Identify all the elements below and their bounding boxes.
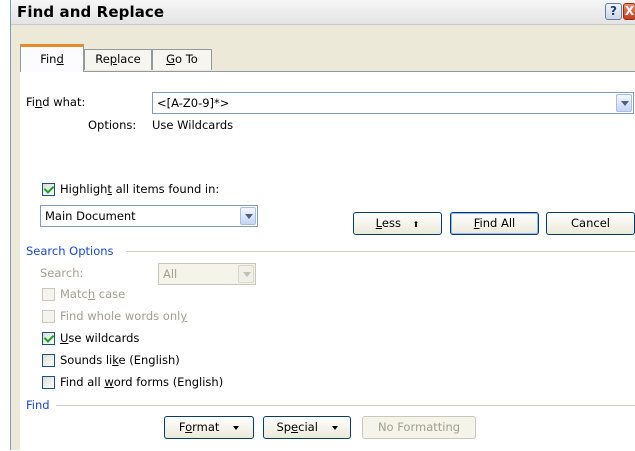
search-direction-label: Search: xyxy=(40,266,84,280)
special-button[interactable]: Special xyxy=(263,416,351,439)
format-dropdown-icon xyxy=(233,425,240,430)
find-all-label: ind All xyxy=(479,216,516,230)
format-button[interactable]: Format xyxy=(164,416,254,439)
tab-goto-mnemonic: G xyxy=(166,52,176,66)
search-direction-combobox[interactable]: All xyxy=(158,263,256,285)
no-formatting-button[interactable]: No Formatting xyxy=(362,416,476,439)
close-button[interactable]: X xyxy=(623,3,635,20)
help-icon: ? xyxy=(610,4,617,18)
highlight-scope-dropdown-icon[interactable] xyxy=(240,207,256,225)
tab-replace-mnemonic: p xyxy=(109,52,118,66)
find-what-input[interactable]: <[A-Z0-9]*> xyxy=(157,96,229,110)
find-tab-panel: Find what: <[A-Z0-9]*> Options: Use Wild… xyxy=(20,71,635,451)
tab-find-label: Fin xyxy=(40,52,57,66)
tab-replace-label-rest: lace xyxy=(117,52,141,66)
sounds-like-label: Sounds like (English) xyxy=(60,353,180,367)
format-label-rest: rmat xyxy=(192,420,220,434)
special-dropdown-icon xyxy=(331,425,338,430)
use-wildcards-checkbox[interactable] xyxy=(42,332,55,345)
up-arrow-icon: ⬆ xyxy=(412,220,420,229)
find-all-word-forms-checkbox[interactable] xyxy=(42,376,55,389)
find-all-button[interactable]: Find All xyxy=(450,212,539,235)
find-replace-dialog: Find and Replace ? X Find Replace Go To … xyxy=(10,0,635,451)
tab-goto[interactable]: Go To xyxy=(152,49,212,70)
find-section-divider xyxy=(56,405,635,406)
tab-replace[interactable]: Replace xyxy=(84,49,152,70)
match-case-label: Match case xyxy=(60,287,126,301)
options-label: Options: xyxy=(88,118,137,132)
title-bar[interactable]: Find and Replace ? X xyxy=(11,0,635,25)
tab-find-mnemonic: d xyxy=(56,52,64,66)
search-options-divider xyxy=(126,251,635,252)
close-icon: X xyxy=(624,4,635,18)
tab-find[interactable]: Find xyxy=(20,44,84,72)
find-what-combobox[interactable]: <[A-Z0-9]*> xyxy=(152,92,634,114)
find-section-heading: Find xyxy=(26,398,50,412)
search-options-heading: Search Options xyxy=(26,244,114,258)
highlight-all-checkbox[interactable] xyxy=(42,183,55,196)
help-button[interactable]: ? xyxy=(605,3,622,20)
find-whole-words-label: Find whole words only xyxy=(60,309,188,323)
tab-goto-label: o To xyxy=(175,52,198,66)
highlight-all-label: Highlight all items found in: xyxy=(60,182,220,196)
search-direction-dropdown-icon[interactable] xyxy=(238,265,254,283)
find-all-word-forms-label: Find all word forms (English) xyxy=(60,375,224,389)
special-label-rest: cial xyxy=(298,420,318,434)
use-wildcards-label: Use wildcards xyxy=(60,331,140,345)
find-what-dropdown-icon[interactable] xyxy=(616,94,632,112)
less-label: ess xyxy=(381,216,401,230)
tab-replace-label: Re xyxy=(95,52,110,66)
options-value: Use Wildcards xyxy=(152,118,234,132)
less-button[interactable]: Less ⬆ xyxy=(353,212,442,235)
find-what-label: Find what: xyxy=(26,95,86,109)
search-direction-value: All xyxy=(163,267,178,281)
sounds-like-checkbox[interactable] xyxy=(42,354,55,367)
dialog-title: Find and Replace xyxy=(17,3,165,21)
highlight-scope-combobox[interactable]: Main Document xyxy=(40,205,258,227)
cancel-button[interactable]: Cancel xyxy=(546,212,635,235)
match-case-checkbox[interactable] xyxy=(42,288,55,301)
find-whole-words-checkbox[interactable] xyxy=(42,310,55,323)
highlight-scope-value: Main Document xyxy=(45,209,136,223)
special-label: Sp xyxy=(276,420,292,434)
